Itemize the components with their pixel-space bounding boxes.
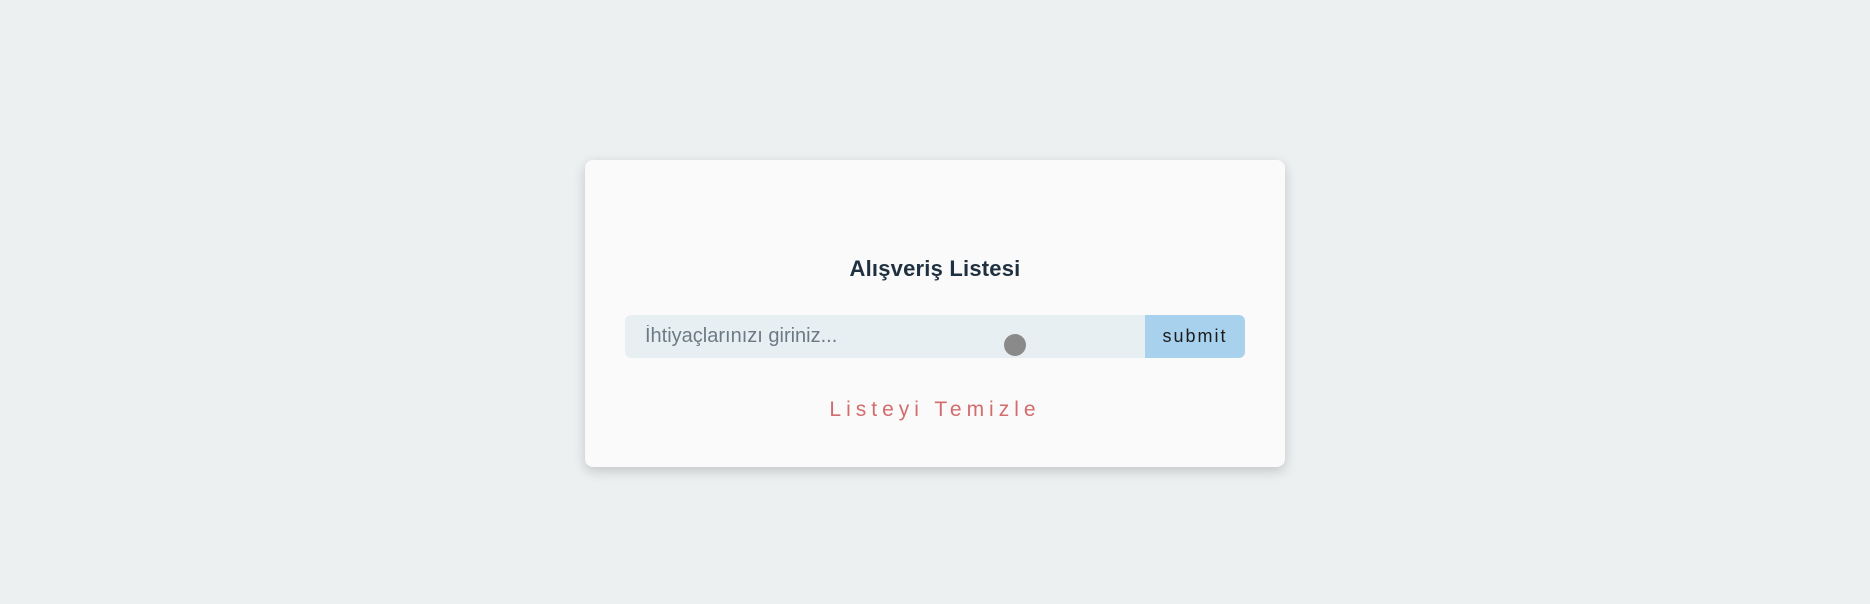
add-item-form: submit (625, 315, 1245, 358)
clear-list-button[interactable]: Listeyi Temizle (785, 398, 1085, 422)
page-title: Alışveriş Listesi (849, 256, 1021, 281)
shopping-list-card: Alışveriş Listesi submit Listeyi Temizle (585, 160, 1285, 467)
mouse-cursor-indicator (1004, 334, 1026, 356)
item-input[interactable] (625, 315, 1145, 358)
submit-button[interactable]: submit (1145, 315, 1245, 358)
